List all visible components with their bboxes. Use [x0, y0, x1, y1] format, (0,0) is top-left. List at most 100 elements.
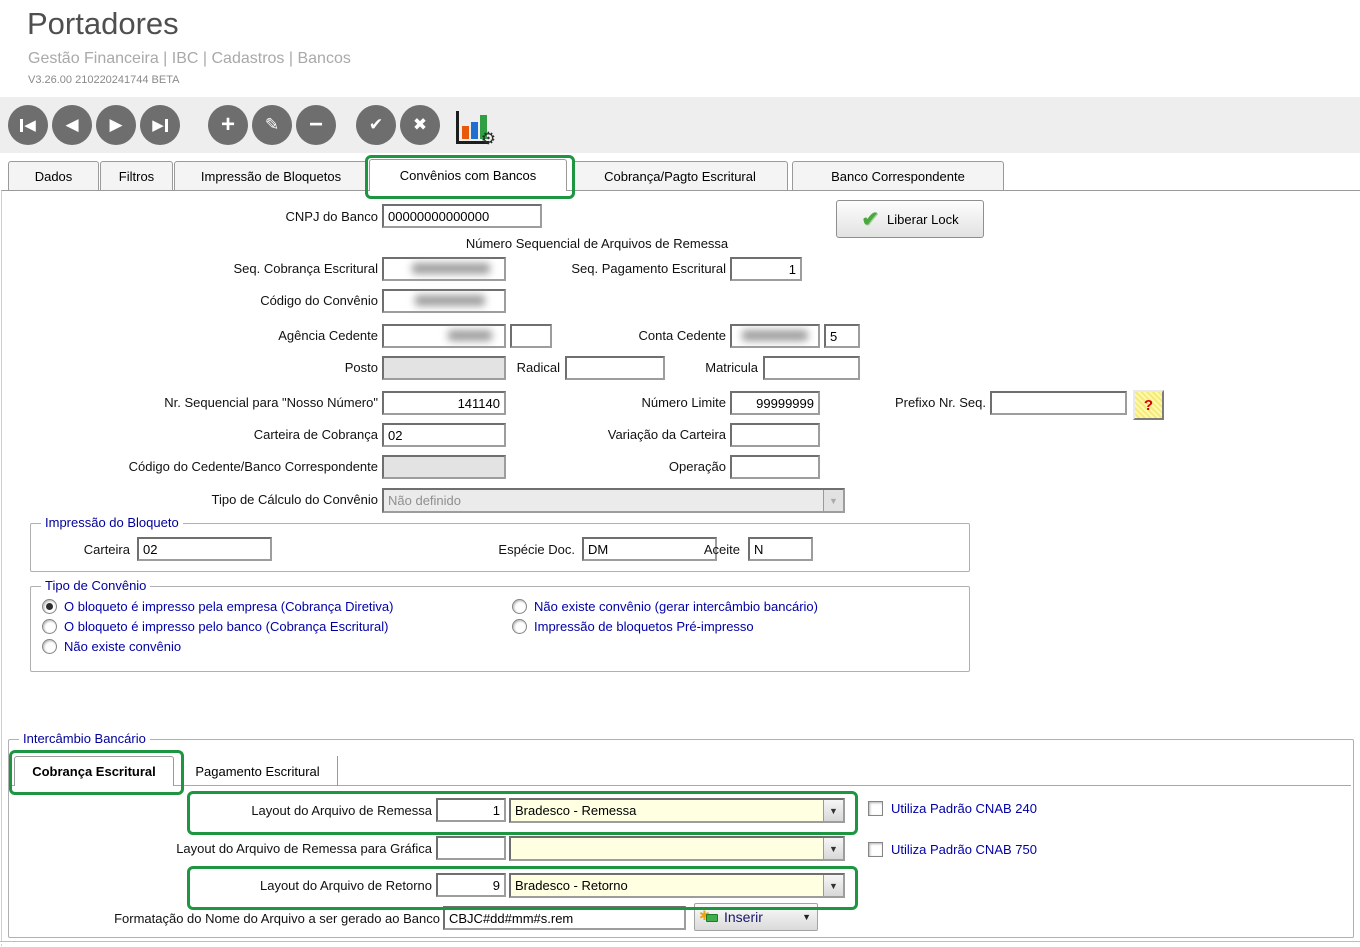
radio-icon — [512, 619, 527, 634]
radio-icon — [42, 619, 57, 634]
cnpj-input[interactable] — [382, 204, 542, 228]
page-title: Portadores — [27, 6, 179, 41]
tipo-convenio-title: Tipo de Convênio — [41, 578, 151, 593]
chevron-down-icon: ▼ — [823, 875, 843, 896]
layout-retorno-select[interactable]: Bradesco - Retorno ▼ — [509, 873, 845, 898]
inserir-label: Inserir — [724, 909, 763, 925]
add-button[interactable]: + — [208, 105, 248, 145]
prefixo-input[interactable] — [990, 391, 1127, 415]
liberar-lock-label: Liberar Lock — [887, 211, 959, 227]
carteira-label: Carteira — [83, 542, 130, 557]
previous-record-icon: ◀ — [65, 115, 79, 134]
tab-banco-correspondente[interactable]: Banco Correspondente — [792, 161, 1004, 190]
agencia-label: Agência Cedente — [278, 328, 378, 343]
first-record-icon: ◀ — [20, 116, 36, 134]
plus-icon: + — [220, 111, 235, 138]
operacao-input[interactable] — [730, 455, 820, 479]
radio-icon — [42, 599, 57, 614]
checkbox-icon — [868, 842, 883, 857]
variacao-label: Variação da Carteira — [607, 427, 726, 442]
bottom-divider — [0, 941, 1360, 944]
checkbox-cnab-750[interactable]: Utiliza Padrão CNAB 750 — [868, 842, 1037, 857]
aceite-label: Aceite — [703, 542, 740, 557]
especie-doc-label: Espécie Doc. — [498, 542, 575, 557]
variacao-input[interactable] — [730, 423, 820, 447]
matricula-input[interactable] — [763, 356, 860, 380]
redacted-value — [742, 330, 808, 341]
previous-record-button[interactable]: ◀ — [52, 105, 92, 145]
version-label: V3.26.00 210220241744 BETA — [28, 74, 180, 86]
app-window: Portadores Gestão Financeira | IBC | Cad… — [0, 0, 1360, 947]
radio-cobranca-diretiva[interactable]: O bloqueto é impresso pela empresa (Cobr… — [42, 599, 394, 614]
radio-pre-impresso[interactable]: Impressão de bloquetos Pré-impresso — [512, 619, 754, 634]
next-record-button[interactable]: ▶ — [96, 105, 136, 145]
layout-remessa-grafica-label: Layout do Arquivo de Remessa para Gráfic… — [176, 841, 432, 856]
tab-convenios-com-bancos[interactable]: Convênios com Bancos — [369, 159, 567, 191]
cancel-button[interactable]: ✖ — [400, 105, 440, 145]
minus-icon: − — [308, 111, 323, 138]
layout-remessa-label: Layout do Arquivo de Remessa — [251, 803, 432, 818]
liberar-lock-button[interactable]: ✔ Liberar Lock — [836, 200, 984, 238]
redacted-value — [448, 330, 492, 341]
layout-retorno-value: Bradesco - Retorno — [515, 878, 628, 893]
last-record-button[interactable]: ▶ — [140, 105, 180, 145]
layout-remessa-code-input[interactable] — [436, 798, 506, 822]
intercambio-bancario-title: Intercâmbio Bancário — [19, 731, 150, 746]
conta-digit-input[interactable] — [824, 324, 860, 348]
checkbox-icon — [868, 801, 883, 816]
aceite-input[interactable] — [748, 537, 813, 561]
seq-cobranca-label: Seq. Cobrança Escritural — [233, 261, 378, 276]
layout-remessa-grafica-select[interactable]: ▼ — [509, 836, 845, 861]
carteira-cobranca-label: Carteira de Cobrança — [253, 427, 378, 442]
operacao-label: Operação — [668, 459, 726, 474]
nosso-numero-label: Nr. Sequencial para "Nosso Número" — [164, 395, 378, 410]
chevron-down-icon[interactable]: ▼ — [802, 912, 811, 922]
layout-retorno-code-input[interactable] — [436, 873, 506, 897]
radio-nao-existe-convenio-intercambio[interactable]: Não existe convênio (gerar intercâmbio b… — [512, 599, 818, 614]
layout-remessa-value: Bradesco - Remessa — [515, 803, 637, 818]
radio-cobranca-escritural[interactable]: O bloqueto é impresso pelo banco (Cobran… — [42, 619, 388, 634]
tab-impressao-de-bloquetos[interactable]: Impressão de Bloquetos — [174, 161, 368, 190]
chart-settings-button[interactable]: ⚙ — [452, 107, 496, 148]
carteira-input[interactable] — [137, 537, 272, 561]
first-record-button[interactable]: ◀ — [8, 105, 48, 145]
inserir-button[interactable]: ✱ Inserir ▼ — [694, 903, 818, 931]
radio-icon — [42, 639, 57, 654]
tab-dados[interactable]: Dados — [8, 161, 99, 190]
formatacao-label: Formatação do Nome do Arquivo a ser gera… — [114, 911, 440, 926]
chevron-down-icon: ▼ — [823, 800, 843, 821]
green-check-icon: ✔ — [861, 207, 880, 231]
codigo-convenio-label: Código do Convênio — [260, 293, 378, 308]
cnpj-label: CNPJ do Banco — [285, 209, 379, 224]
help-button[interactable]: ? — [1133, 390, 1164, 420]
pencil-icon: ✎ — [264, 115, 280, 134]
redacted-value — [412, 263, 490, 274]
numero-limite-input[interactable] — [730, 391, 820, 415]
x-icon: ✖ — [412, 115, 428, 134]
gear-icon: ⚙ — [480, 129, 496, 148]
layout-remessa-select[interactable]: Bradesco - Remessa ▼ — [509, 798, 845, 823]
checkbox-cnab-240[interactable]: Utiliza Padrão CNAB 240 — [868, 801, 1037, 816]
layout-remessa-grafica-code-input[interactable] — [436, 836, 506, 860]
edit-button[interactable]: ✎ — [252, 105, 292, 145]
last-record-icon: ▶ — [152, 116, 168, 134]
next-record-icon: ▶ — [109, 115, 123, 134]
question-mark-icon: ? — [1143, 396, 1154, 414]
tipo-calculo-value: Não definido — [388, 493, 461, 508]
chevron-down-icon: ▼ — [823, 490, 843, 511]
subtab-pagamento-escritural[interactable]: Pagamento Escritural — [178, 756, 338, 786]
breadcrumb: Gestão Financeira | IBC | Cadastros | Ba… — [28, 50, 351, 67]
formatacao-input[interactable] — [443, 906, 686, 930]
radio-nao-existe-convenio[interactable]: Não existe convênio — [42, 639, 181, 654]
tab-cobranca-pagto-escritural[interactable]: Cobrança/Pagto Escritural — [572, 161, 788, 190]
tab-filtros[interactable]: Filtros — [100, 161, 173, 190]
codigo-cedente-label: Código do Cedente/Banco Correspondente — [128, 459, 378, 474]
tipo-calculo-label: Tipo de Cálculo do Convênio — [211, 492, 378, 507]
confirm-button[interactable]: ✔ — [356, 105, 396, 145]
delete-button[interactable]: − — [296, 105, 336, 145]
tipo-calculo-select: Não definido ▼ — [382, 488, 845, 513]
seq-pagamento-input[interactable] — [730, 257, 802, 281]
subtab-cobranca-escritural[interactable]: Cobrança Escritural — [14, 756, 174, 786]
layout-remessa-grafica-value — [511, 838, 823, 859]
numero-limite-label: Número Limite — [641, 395, 726, 410]
